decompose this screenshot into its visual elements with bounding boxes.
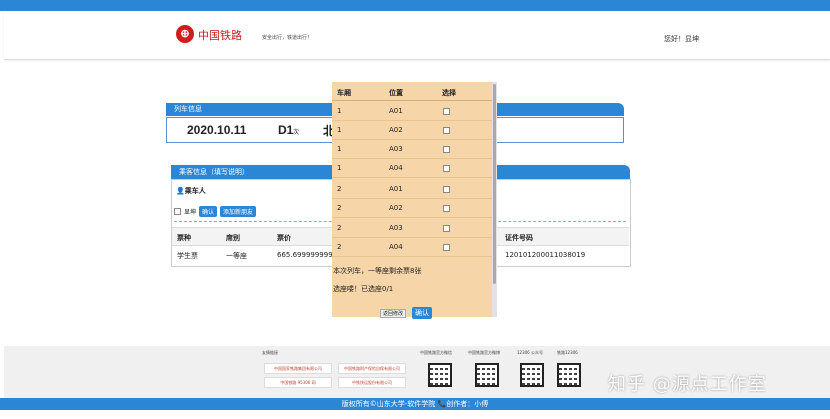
- col-seat-class: 席别: [226, 234, 240, 242]
- passenger-label: 👤乘车人: [176, 187, 206, 195]
- seat-car: 1: [337, 145, 342, 153]
- seat-car: 1: [337, 107, 342, 115]
- col-id-number: 证件号码: [505, 234, 533, 242]
- seat-position: A01: [389, 185, 403, 193]
- cell-id-number: 120101200011038019: [505, 251, 586, 259]
- cell-price: 665.6999999999: [277, 251, 338, 259]
- passenger-name: 显坤: [184, 209, 197, 216]
- seat-car: 2: [337, 243, 342, 251]
- seat-car: 1: [337, 126, 342, 134]
- scrollbar-thumb[interactable]: [493, 84, 496, 284]
- qr-code-icon[interactable]: [557, 363, 581, 387]
- passenger-checkbox[interactable]: [174, 208, 181, 215]
- cell-ticket-type: 学生票: [177, 252, 198, 260]
- qr-code-icon[interactable]: [475, 363, 499, 387]
- top-bar: [0, 0, 830, 11]
- seat-position: A02: [389, 204, 403, 212]
- col-price: 票价: [277, 234, 291, 242]
- logo-text[interactable]: 中国铁路: [198, 27, 242, 43]
- passenger-select-row: 显坤 确认 添加新朋友: [174, 206, 257, 217]
- seat-row: 2 A02: [332, 198, 492, 218]
- seat-table-header: [332, 82, 492, 101]
- add-friend-button[interactable]: 添加新朋友: [220, 206, 257, 217]
- seat-row: 2 A04: [332, 237, 492, 257]
- back-modify-button[interactable]: 返回修改: [380, 309, 407, 318]
- seat-checkbox[interactable]: [443, 165, 450, 172]
- seat-position: A02: [389, 126, 403, 134]
- col-ticket-type: 票种: [177, 234, 191, 242]
- qr-label: 12306 公众号: [517, 350, 543, 355]
- link-logo[interactable]: 中铁快运股份有限公司: [338, 377, 406, 388]
- seat-checkbox[interactable]: [443, 225, 450, 232]
- seat-row: 1 A03: [332, 139, 492, 159]
- col-car: 车厢: [337, 89, 351, 97]
- user-greeting[interactable]: 您好！显坤: [664, 34, 699, 44]
- link-logo[interactable]: 中国国家铁路集团有限公司: [264, 363, 332, 374]
- seat-row: 2 A03: [332, 218, 492, 238]
- qr-label: 铁路12306: [557, 350, 578, 355]
- seat-row: 1 A02: [332, 120, 492, 140]
- copyright-bar: 版权所有©山东大学-软件学院 📞创作者：小傅: [0, 398, 830, 410]
- person-icon: 👤: [176, 187, 185, 195]
- friendly-links-label: 友情链接: [262, 350, 278, 355]
- link-logo[interactable]: 中国铁路财产保险自保有限公司: [338, 363, 406, 374]
- seat-car: 1: [337, 164, 342, 172]
- cell-seat-class: 一等座: [226, 252, 247, 260]
- seat-car: 2: [337, 185, 342, 193]
- seat-checkbox[interactable]: [443, 186, 450, 193]
- slogan: 安全出行，铁道出行！: [262, 35, 313, 41]
- qr-code-icon[interactable]: [428, 363, 452, 387]
- seat-checkbox[interactable]: [443, 146, 450, 153]
- remaining-tickets: 本次列车，一等座剩余票8张: [333, 267, 422, 275]
- confirm-passenger-button[interactable]: 确认: [199, 206, 218, 217]
- seat-row: 1 A04: [332, 158, 492, 178]
- qr-label: 中国铁路官方微博: [468, 350, 500, 355]
- seat-checkbox[interactable]: [443, 127, 450, 134]
- link-logo[interactable]: 中国铁路 95306 网: [264, 377, 332, 388]
- train-number: D1: [278, 123, 294, 137]
- seat-checkbox[interactable]: [443, 244, 450, 251]
- qr-code-icon[interactable]: [520, 363, 544, 387]
- seat-checkbox[interactable]: [443, 205, 450, 212]
- qr-label: 中国铁路官方微信: [420, 350, 452, 355]
- seat-car: 2: [337, 204, 342, 212]
- col-select: 选择: [442, 89, 456, 97]
- selection-status: 选座喽！已选座0/1: [333, 285, 394, 293]
- header: [4, 11, 830, 60]
- train-date: 2020.10.11: [187, 123, 247, 137]
- seat-position: A04: [389, 164, 403, 172]
- seat-row: 2 A01: [332, 179, 492, 199]
- seat-position: A01: [389, 107, 403, 115]
- seat-position: A03: [389, 224, 403, 232]
- seat-position: A03: [389, 145, 403, 153]
- col-position: 位置: [389, 89, 403, 97]
- watermark: 知乎 @源点工作室: [608, 374, 767, 395]
- railway-logo-icon[interactable]: ⊕: [176, 25, 194, 43]
- seat-position: A04: [389, 243, 403, 251]
- seat-checkbox[interactable]: [443, 108, 450, 115]
- confirm-seat-button[interactable]: 确认: [412, 307, 432, 319]
- seat-car: 2: [337, 224, 342, 232]
- seat-row: 1 A01: [332, 101, 492, 121]
- train-number-suffix: 次: [293, 129, 300, 136]
